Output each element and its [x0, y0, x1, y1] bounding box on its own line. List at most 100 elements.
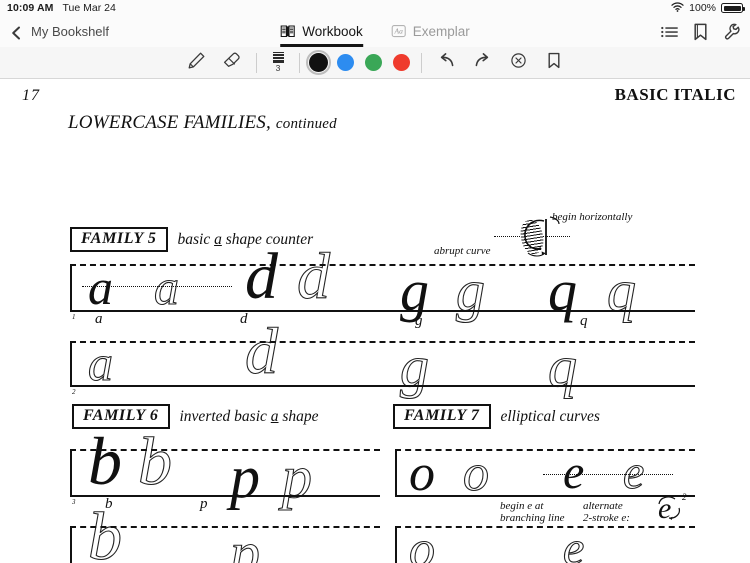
letter-e-ghost: e — [562, 522, 585, 563]
color-dot-blue — [336, 54, 354, 71]
stave-base-line — [395, 495, 695, 497]
diagram-a-strokes — [524, 216, 560, 257]
tool-group-actions — [428, 48, 572, 78]
letter-e-ghost: e — [622, 446, 645, 499]
back-to-bookshelf-button[interactable]: My Bookshelf — [10, 24, 109, 39]
practice-stave-row-1[interactable]: 1 a a d d g g q q — [70, 243, 695, 321]
family-6-desc: inverted basic a shape — [180, 408, 319, 426]
letter-o-ghost: o — [408, 521, 435, 563]
stave-base-line — [70, 385, 695, 387]
handwritten-practice-g: g — [415, 313, 423, 329]
stroke-thickness-icon — [272, 52, 284, 64]
practice-stave-row-3[interactable]: 3 b b p p — [70, 426, 380, 508]
family-5-desc-pre: basic — [177, 230, 215, 248]
letter-b-ghost: b — [87, 498, 122, 563]
undo-button[interactable] — [428, 48, 464, 78]
annotation-alternate-line1: alternate — [583, 500, 623, 512]
color-swatch-green[interactable] — [359, 49, 387, 77]
tab-workbook-label: Workbook — [302, 24, 363, 39]
annotation-begin-e-line2: branching line — [500, 512, 565, 525]
family-6-desc-post: shape — [278, 407, 319, 425]
letter-b-solid: b — [88, 423, 122, 499]
clear-button[interactable] — [500, 48, 536, 78]
letter-a-ghost: a — [87, 335, 113, 391]
stave-row-number: 2 — [72, 388, 76, 396]
back-label: My Bookshelf — [31, 24, 110, 39]
letter-p-ghost: p — [281, 444, 312, 510]
battery-full-icon — [721, 3, 745, 13]
annotation-abrupt-curve: abrupt curve — [434, 245, 491, 257]
stave-row-number: 3 — [72, 498, 76, 506]
letter-g-solid: g — [400, 258, 429, 323]
stroke-thickness-button[interactable]: 3 — [263, 52, 293, 73]
pen-tool-button[interactable] — [178, 48, 214, 78]
letter-g-ghost: g — [455, 258, 485, 323]
tab-workbook[interactable]: Workbook — [280, 16, 363, 47]
practice-stave-row-2[interactable]: 2 a d g q — [70, 318, 695, 396]
letter-q-solid: q — [548, 258, 577, 323]
undo-arrow-icon — [437, 52, 456, 74]
open-book-icon — [280, 24, 295, 39]
toolbar-divider-2 — [299, 52, 300, 73]
letter-a-ghost: a — [153, 259, 179, 315]
color-swatch-blue[interactable] — [331, 49, 359, 77]
family-5-tag: FAMILY 5 — [70, 227, 168, 252]
practice-stave-row-4b[interactable]: o e — [395, 521, 695, 563]
status-right-group: 100% — [671, 1, 745, 15]
contents-list-icon[interactable] — [661, 25, 678, 39]
color-swatches — [306, 49, 415, 77]
color-dot-green — [364, 54, 382, 71]
handwritten-practice-a: a — [95, 311, 103, 327]
letter-q-ghost: q — [547, 334, 577, 399]
letter-e-solid: e — [563, 446, 585, 499]
letter-p-solid: p — [230, 444, 260, 510]
bookmark-outline-icon — [547, 52, 561, 74]
bookmark-page-button[interactable] — [536, 48, 572, 78]
letter-b-ghost: b — [137, 423, 172, 499]
workbook-page[interactable]: 17 BASIC ITALIC LOWERCASE FAMILIES, cont… — [0, 79, 750, 563]
letter-a-solid: a — [88, 259, 113, 315]
family-7-tag: FAMILY 7 — [393, 404, 491, 429]
page-header: 17 BASIC ITALIC — [0, 79, 750, 105]
aa-text-icon: Aa — [391, 24, 406, 39]
eraser-tool-button[interactable] — [214, 48, 250, 78]
annotation-alternate-e: alternate 2-stroke e: — [583, 500, 630, 525]
handwritten-practice-q: q — [580, 313, 588, 329]
status-time: 10:09 AM — [7, 2, 54, 14]
clear-circle-x-icon — [510, 52, 527, 74]
letter-d-ghost: d — [296, 240, 330, 313]
toolbar-divider-1 — [256, 52, 257, 73]
book-title: BASIC ITALIC — [614, 85, 736, 104]
wrench-settings-icon[interactable] — [723, 23, 740, 41]
tab-exemplar[interactable]: Aa Exemplar — [391, 16, 470, 47]
annotation-begin-e: begin e at branching line — [500, 500, 564, 525]
page-number: 17 — [22, 87, 40, 104]
drawing-toolbar: 3 — [0, 47, 750, 79]
pen-icon — [187, 51, 206, 75]
letter-o-solid: o — [409, 445, 435, 502]
redo-button[interactable] — [464, 48, 500, 78]
status-bar: 10:09 AM Tue Mar 24 100% — [0, 0, 750, 16]
tool-group-pens — [178, 48, 250, 78]
practice-stave-row-4[interactable]: 4 b p — [70, 501, 380, 563]
bookmark-icon[interactable] — [693, 23, 708, 41]
battery-percent: 100% — [689, 2, 716, 14]
family-7-desc: elliptical curves — [500, 407, 600, 425]
letter-q-ghost: q — [606, 258, 636, 323]
stave-waist-line — [395, 526, 695, 528]
practice-stave-row-3b[interactable]: o o e e — [395, 445, 695, 502]
color-swatch-red[interactable] — [387, 49, 415, 77]
color-dot-black — [309, 53, 328, 72]
stave-left-margin — [70, 449, 73, 497]
family-7-header: FAMILY 7 elliptical curves — [393, 404, 600, 429]
svg-text:Aa: Aa — [393, 27, 403, 36]
family-5-desc-letter: a — [214, 230, 222, 248]
stave-left-margin — [395, 449, 398, 497]
wifi-icon — [671, 1, 684, 15]
stave-waist-line — [70, 341, 695, 343]
page-title: LOWERCASE FAMILIES, continued — [68, 112, 750, 134]
stave-left-margin — [70, 341, 73, 387]
stave-row-number: 1 — [72, 313, 76, 321]
color-swatch-black[interactable] — [306, 50, 331, 75]
letter-d-ghost: d — [244, 315, 278, 388]
